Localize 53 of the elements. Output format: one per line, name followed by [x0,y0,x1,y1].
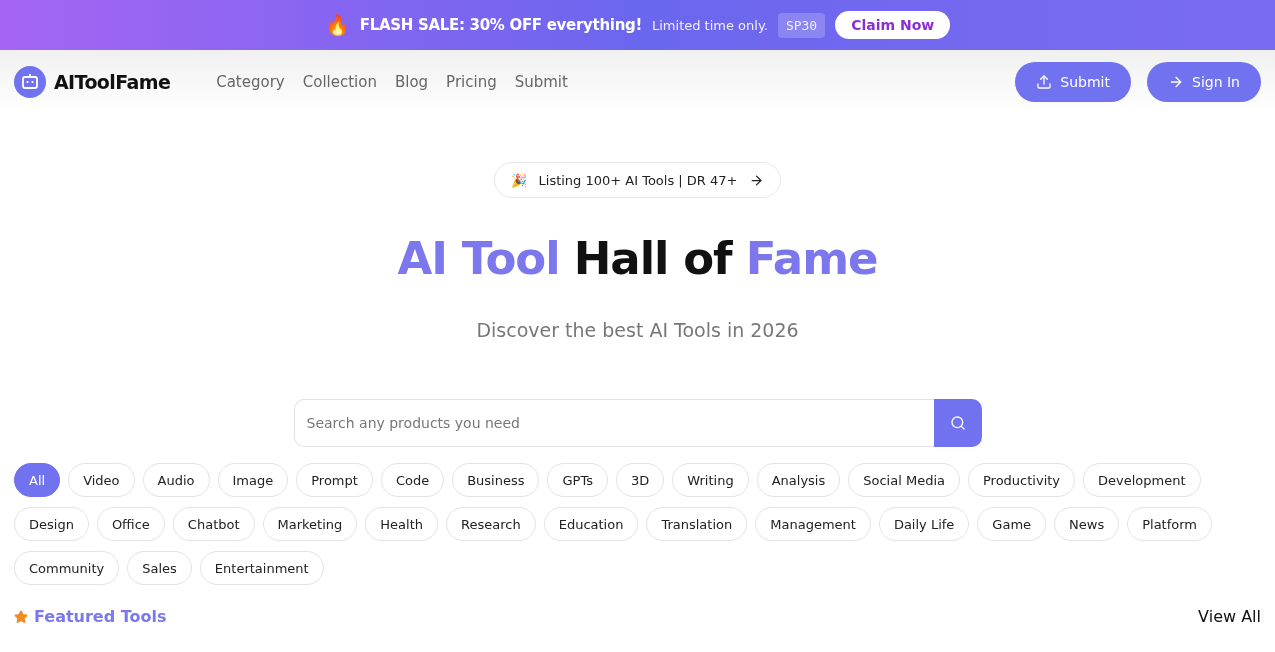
nav-link[interactable]: Submit [514,72,568,91]
category-chip[interactable]: Social Media [848,463,960,497]
category-chip[interactable]: All [14,463,61,497]
category-chip[interactable]: Research [446,507,536,541]
category-chip[interactable]: Health [365,507,439,541]
category-chip[interactable]: Daily Life [878,507,970,541]
category-chip[interactable]: Design [14,507,89,541]
category-chip[interactable]: Code [380,463,445,497]
category-chip[interactable]: Prompt [296,463,373,497]
category-chip[interactable]: Productivity [968,463,1076,497]
sign-in-button[interactable]: Sign In [1147,61,1261,102]
search-button[interactable] [933,399,982,447]
category-chip[interactable]: Translation [646,507,748,541]
sale-note: Limited time only. [652,17,768,33]
hero-title: AI Tool Hall of Fame [397,232,878,285]
category-chip[interactable]: 3D [615,463,665,497]
search-field[interactable]: Search any products you need [293,399,934,447]
star-icon [14,609,28,624]
category-chip[interactable]: Management [755,507,871,541]
category-chip[interactable]: Office [96,507,165,541]
fire-icon: 🔥 [324,13,350,37]
nav-link[interactable]: Pricing [446,72,497,91]
category-chip[interactable]: Development [1083,463,1201,497]
category-chip[interactable]: Community [14,551,120,585]
category-chip[interactable]: Game [977,507,1047,541]
category-chip[interactable]: Chatbot [172,507,255,541]
category-chip[interactable]: Image [217,463,289,497]
robot-logo-icon [14,65,46,98]
upload-icon [1036,73,1053,90]
category-chip[interactable]: Analysis [756,463,841,497]
brand-name: AIToolFame [54,70,171,93]
category-chip[interactable]: Platform [1127,507,1213,541]
category-chip[interactable]: News [1054,507,1120,541]
category-chip[interactable]: Video [68,463,135,497]
category-chip[interactable]: Business [452,463,540,497]
sale-headline: FLASH SALE: 30% OFF everything! [359,16,642,34]
section-title: Featured Tools [34,607,167,626]
submit-button[interactable]: Submit [1015,61,1131,102]
category-chip[interactable]: Audio [142,463,210,497]
claim-button[interactable]: Claim Now [835,11,951,39]
view-all-link[interactable]: View All [1198,607,1261,626]
hero-subtitle: Discover the best AI Tools in 2026 [476,319,799,341]
category-chip[interactable]: Marketing [262,507,358,541]
nav-link[interactable]: Collection [302,72,377,91]
category-chip[interactable]: Education [543,507,639,541]
search-icon [949,415,966,431]
promo-code: SP30 [777,12,826,38]
nav-link[interactable]: Blog [394,72,429,91]
category-chip[interactable]: Entertainment [199,551,324,585]
category-chip[interactable]: GPTs [547,463,608,497]
nav-link[interactable]: Category [216,72,285,91]
category-chip[interactable]: Writing [672,463,749,497]
category-chip[interactable]: Sales [127,551,192,585]
